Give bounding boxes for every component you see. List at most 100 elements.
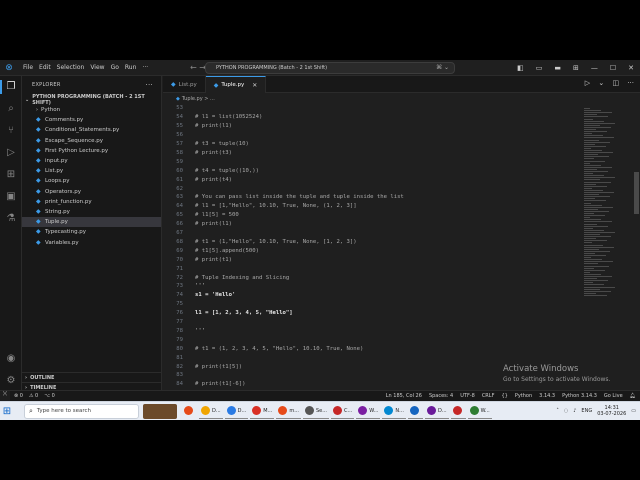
taskbar-app[interactable] — [450, 403, 466, 419]
sidebar-item-string-py[interactable]: ◆ String.py — [22, 207, 161, 217]
maximize-icon[interactable]: ☐ — [610, 64, 616, 72]
tray-overflow-icon[interactable]: ˄ — [556, 408, 559, 414]
code-line[interactable]: 70 # print(t1) — [163, 255, 581, 264]
volume-icon[interactable]: ♪ — [573, 408, 576, 414]
customize-layout-icon[interactable]: ⊞ — [573, 64, 579, 72]
encoding[interactable]: UTF-8 — [460, 393, 475, 399]
notifications-icon[interactable]: ▭ — [631, 408, 636, 414]
code-line[interactable]: 75 — [163, 300, 581, 309]
remote-explorer-icon[interactable]: ▣ — [4, 190, 18, 204]
breadcrumb[interactable]: ◆ Tuple.py > ... — [176, 94, 215, 103]
workspace-folder[interactable]: ⌄ PYTHON PROGRAMMING (BATCH - 2 1ST SHIF… — [22, 94, 161, 106]
close-tab-icon[interactable]: ✕ — [252, 82, 257, 89]
taskbar-app[interactable]: Se... — [302, 403, 330, 419]
code-line[interactable]: 77 — [163, 318, 581, 327]
code-line[interactable]: 55 # print(l1) — [163, 122, 581, 131]
sidebar-item-python[interactable]: › Python — [22, 105, 161, 115]
sidebar-item-print-function-py[interactable]: ◆ print_function.py — [22, 197, 161, 207]
command-center[interactable]: PYTHON PROGRAMMING (Batch - 2 1st Shift)… — [205, 62, 455, 74]
sidebar-item-first-python-lecture-py[interactable]: ◆ First Python Lecture.py — [22, 146, 161, 156]
code-line[interactable]: 59 — [163, 157, 581, 166]
menu-view[interactable]: View — [90, 64, 104, 71]
code-line[interactable]: 78 ''' — [163, 327, 581, 336]
code-line[interactable]: 58 # print(t3) — [163, 149, 581, 158]
code-line[interactable]: 63 # You can pass list inside the tuple a… — [163, 193, 581, 202]
taskbar-app[interactable]: m... — [276, 403, 301, 419]
source-control-icon[interactable]: ⑂ — [4, 124, 18, 138]
search-highlight-image[interactable] — [143, 403, 177, 419]
taskbar-app[interactable]: W... — [356, 403, 381, 419]
outline-section[interactable]: › OUTLINE — [22, 372, 162, 382]
sidebar-item-conditional-statements-py[interactable]: ◆ Conditional_Statements.py — [22, 125, 161, 135]
taskbar-app[interactable]: W... — [467, 403, 492, 419]
code-line[interactable]: 69 # t1[5].append(500) — [163, 246, 581, 255]
sidebar-item-typecasting-py[interactable]: ◆ Typecasting.py — [22, 227, 161, 237]
tab-list-py[interactable]: ◆ List.py — [163, 76, 206, 93]
menu-more-icon[interactable]: ··· — [142, 64, 148, 71]
sidebar-item-comments-py[interactable]: ◆ Comments.py — [22, 115, 161, 125]
notifications-bell-icon[interactable]: 🔔︎ — [630, 393, 636, 399]
taskbar-app[interactable]: D... — [224, 403, 249, 419]
code-line[interactable]: 73 ''' — [163, 282, 581, 291]
sidebar-item-tuple-py[interactable]: ◆ Tuple.py — [22, 217, 161, 228]
testing-icon[interactable]: ⚗ — [4, 212, 18, 226]
search-icon[interactable]: ⌕ — [4, 102, 18, 116]
code-line[interactable]: 80 # t1 = (1, 2, 3, 4, 5, "Hello", 10.10,… — [163, 344, 581, 353]
code-line[interactable]: 74 s1 = 'Hello' — [163, 291, 581, 300]
code-line[interactable]: 76 l1 = [1, 2, 3, 4, 5, "Hello"] — [163, 309, 581, 318]
interpreter[interactable]: Python 3.14.3 — [562, 393, 597, 399]
split-editor-icon[interactable]: ◫ — [612, 79, 619, 87]
settings-gear-icon[interactable]: ⚙ — [4, 374, 18, 388]
explorer-icon[interactable]: ❐ — [0, 80, 18, 94]
language-braces[interactable]: {} — [501, 393, 507, 399]
taskbar-app[interactable]: C... — [331, 403, 355, 419]
windows-start-icon[interactable]: ⊞ — [0, 402, 14, 421]
minimap[interactable] — [582, 104, 632, 400]
code-line[interactable]: 54 # l1 = list(1052524) — [163, 113, 581, 122]
code-line[interactable]: 60 # t4 = tuple((10,)) — [163, 166, 581, 175]
sidebar-item-escape-sequence-py[interactable]: ◆ Escape_Sequence.py — [22, 136, 161, 146]
scrollbar-thumb[interactable] — [634, 172, 639, 214]
nav-arrows-icon[interactable]: ← → — [190, 63, 206, 72]
code-line[interactable]: 53 — [163, 104, 581, 113]
extensions-icon[interactable]: ⊞ — [4, 168, 18, 182]
taskbar-app[interactable]: N... — [382, 403, 406, 419]
taskbar-app[interactable]: D... — [424, 403, 449, 419]
tab-tuple-py[interactable]: ◆ Tuple.py ✕ — [205, 76, 267, 93]
editor-scrollbar[interactable] — [633, 104, 639, 400]
code-line[interactable]: 64 # l1 = [1,"Hello", 10.10, True, None, … — [163, 202, 581, 211]
more-actions-icon[interactable]: ··· — [627, 79, 634, 87]
code-line[interactable]: 68 # t1 = (1,"Hello", 10.10, True, None, … — [163, 238, 581, 247]
code-line[interactable]: 56 — [163, 131, 581, 140]
code-line[interactable]: 65 # l1[5] = 500 — [163, 211, 581, 220]
run-file-icon[interactable]: ▷ — [585, 79, 590, 87]
ports-indicator[interactable]: ⌥ 0 — [44, 393, 55, 399]
language-indicator[interactable]: ENG — [581, 408, 592, 414]
code-line[interactable]: 66 # print(l1) — [163, 220, 581, 229]
sidebar-item-loops-py[interactable]: ◆ Loops.py — [22, 176, 161, 186]
remote-indicator-icon[interactable]: ⟩⟨ — [0, 390, 10, 402]
sidebar-item-input-py[interactable]: ◆ input.py — [22, 156, 161, 166]
taskbar-search[interactable]: ⌕ Type here to search — [24, 403, 139, 419]
code-line[interactable]: 71 — [163, 264, 581, 273]
taskbar-app[interactable] — [182, 403, 197, 419]
warnings-indicator[interactable]: ⚠ 0 — [29, 393, 38, 399]
python-version[interactable]: 3.14.3 — [539, 393, 555, 399]
code-line[interactable]: 67 — [163, 229, 581, 238]
code-line[interactable]: 81 — [163, 353, 581, 362]
explorer-more-icon[interactable]: ··· — [145, 81, 153, 89]
language-mode[interactable]: Python — [515, 393, 532, 399]
sidebar-item-variables-py[interactable]: ◆ Variables.py — [22, 237, 161, 247]
sidebar-item-list-py[interactable]: ◆ List.py — [22, 166, 161, 176]
code-line[interactable]: 79 — [163, 335, 581, 344]
run-debug-icon[interactable]: ▷ — [4, 146, 18, 160]
sidebar-toggle-icon[interactable]: ▭ — [536, 64, 543, 72]
menu-selection[interactable]: Selection — [57, 64, 85, 71]
code-line[interactable]: 57 # t3 = tuple(10) — [163, 140, 581, 149]
errors-indicator[interactable]: ⊗ 0 — [14, 393, 23, 399]
code-line[interactable]: 62 — [163, 184, 581, 193]
clock[interactable]: 14:31 03-07-2026 — [597, 405, 626, 417]
menu-edit[interactable]: Edit — [39, 64, 51, 71]
copilot-icon[interactable]: ⌘ ⌄ — [436, 63, 449, 73]
indentation[interactable]: Spaces: 4 — [429, 393, 453, 399]
